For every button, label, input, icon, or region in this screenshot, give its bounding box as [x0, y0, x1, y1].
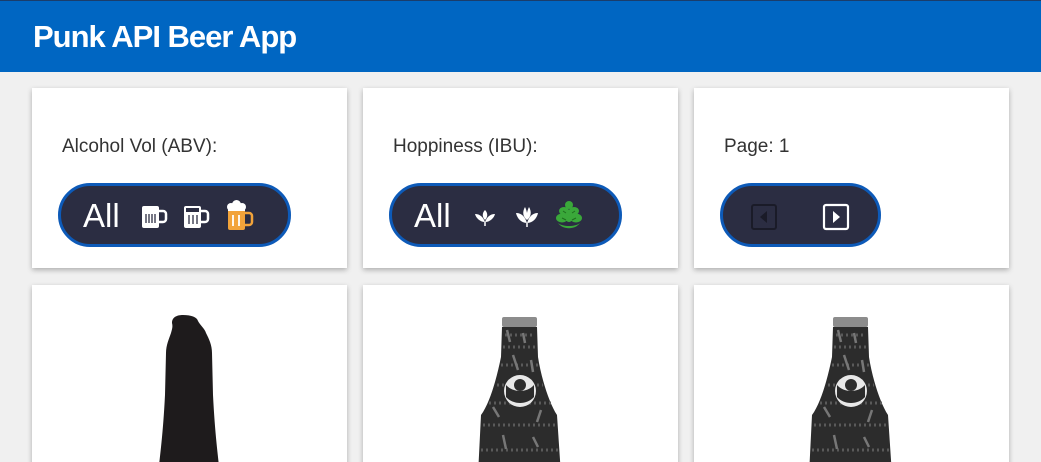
hop-high-icon[interactable] — [555, 199, 583, 231]
hop-low-icon[interactable] — [471, 202, 499, 228]
mug-full-icon[interactable] — [224, 198, 254, 232]
beer-card[interactable] — [363, 285, 678, 462]
abv-filter-card: Alcohol Vol (ABV): All — [32, 88, 347, 268]
prev-page-icon[interactable] — [750, 203, 778, 231]
app-header: Punk API Beer App — [0, 0, 1041, 72]
hop-mid-icon[interactable] — [513, 201, 541, 229]
ibu-filter-group: All — [389, 183, 622, 247]
ibu-label: Hoppiness (IBU): — [393, 136, 538, 157]
ibu-all-button[interactable]: All — [414, 199, 451, 232]
app-title: Punk API Beer App — [33, 19, 297, 54]
beer-card[interactable] — [694, 285, 1009, 462]
page-card: Page: 1 — [694, 88, 1009, 268]
dark-champagne-bottle — [32, 285, 347, 462]
textured-bottle — [363, 285, 678, 462]
pager-group — [720, 183, 881, 247]
abv-label: Alcohol Vol (ABV): — [62, 136, 218, 157]
mug-mid-icon[interactable] — [182, 200, 210, 230]
next-page-icon[interactable] — [822, 203, 850, 231]
beer-card[interactable] — [32, 285, 347, 462]
ibu-filter-card: Hoppiness (IBU): All — [363, 88, 678, 268]
mug-low-icon[interactable] — [140, 200, 168, 230]
page-label: Page: 1 — [724, 136, 790, 157]
abv-filter-group: All — [58, 183, 291, 247]
abv-all-button[interactable]: All — [83, 199, 120, 232]
textured-bottle — [694, 285, 1009, 462]
